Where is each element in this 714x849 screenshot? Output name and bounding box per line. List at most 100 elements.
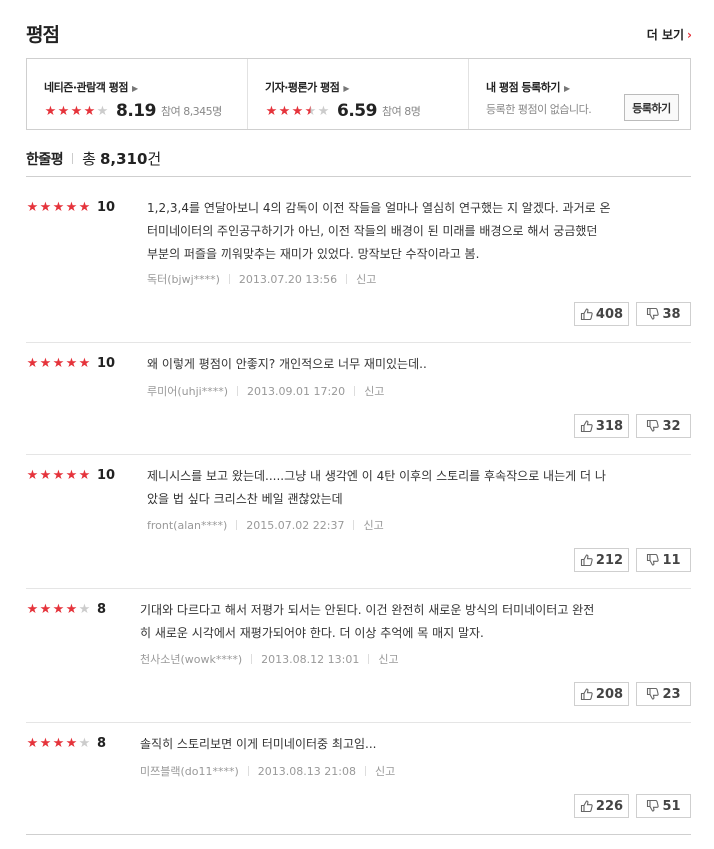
review-user[interactable]: 루미어(uhji****) [147,383,228,399]
dislike-count: 38 [662,306,681,322]
total-label: 총 [82,150,96,168]
thumbs-down-icon [646,799,662,813]
star-icon: ★ [26,468,39,483]
my-rating-label: 내 평점 등록하기 [486,81,561,94]
review-user[interactable]: 천사소년(wowk****) [140,651,242,667]
like-button[interactable]: 208 [574,682,629,706]
triangle-right-icon: ▶ [131,84,138,93]
star-icon: ★ [78,602,91,617]
review-stars: ★ ★ ★ ★ ★ [26,201,91,214]
star-icon: ★ [39,356,52,371]
chevron-right-icon: › [687,28,692,42]
dislike-count: 51 [662,798,681,814]
audience-rating-link[interactable]: 네티즌·관람객 평점 ▶ [44,79,247,95]
star-icon: ★ [26,736,39,751]
divider [26,834,691,835]
star-icon: ★ [39,602,52,617]
more-label: 더 보기 [646,28,685,42]
review-user[interactable]: front(alan****) [147,519,227,532]
like-count: 208 [595,686,624,702]
report-link[interactable]: 신고 [375,763,395,779]
review-date: 2013.07.20 13:56 [238,272,338,286]
review-meta: 독터(bjwj****) 2013.07.20 13:56 신고 [147,271,376,287]
review-score: 10 [97,200,116,215]
review-stars: ★ ★ ★ ★ ★ [26,603,91,616]
review-text-line: 기대와 다르다고 해서 저평가 되서는 안된다. 이건 완전히 새로운 방식의 … [140,603,595,617]
review-user[interactable]: 미쯔블랙(do11****) [140,763,239,779]
review-date: 2013.08.12 13:01 [261,652,360,666]
divider [247,766,249,776]
more-link[interactable]: 더 보기 › [647,26,692,43]
review-meta: 천사소년(wowk****) 2013.08.12 13:01 신고 [140,651,399,667]
dislike-count: 11 [662,552,681,568]
star-icon: ★ [96,103,109,119]
review-text: 왜 이렇게 평점이 안좋지? 개인적으로 너무 재미있는데.. [147,353,427,376]
divider [26,722,691,723]
review-score: 10 [97,356,116,371]
like-button[interactable]: 408 [574,302,629,326]
review-text-line: 왜 이렇게 평점이 안좋지? 개인적으로 너무 재미있는데.. [147,357,427,371]
dislike-button[interactable]: 51 [636,794,691,818]
report-link[interactable]: 신고 [363,517,383,533]
review-text: 솔직히 스토리보면 이게 터미네이터중 최고임... [140,733,376,756]
report-link[interactable]: 신고 [356,271,376,287]
critic-rating-label: 기자·평론가 평점 [265,81,340,94]
dislike-button[interactable]: 11 [636,548,691,572]
divider [228,274,230,284]
review-rating: ★ ★ ★ ★ ★ 10 [26,356,115,371]
review-score: 8 [97,736,107,751]
divider [251,654,253,664]
divider [353,520,355,530]
like-button[interactable]: 318 [574,414,629,438]
star-icon: ★ [52,356,65,371]
like-count: 212 [595,552,624,568]
review-user[interactable]: 독터(bjwj****) [147,271,220,287]
thumbs-up-icon [580,307,596,321]
report-link[interactable]: 신고 [378,651,398,667]
triangle-right-icon: ▶ [343,84,350,93]
review-rating: ★ ★ ★ ★ ★ 10 [26,468,115,483]
my-rating-link[interactable]: 내 평점 등록하기 ▶ [486,79,690,95]
critic-rating-link[interactable]: 기자·평론가 평점 ▶ [265,79,468,95]
star-icon: ★ [65,736,78,751]
oneline-header: 한줄평 총 8,310 건 [26,148,161,169]
register-rating-button[interactable]: 등록하기 [624,94,679,121]
dislike-button[interactable]: 32 [636,414,691,438]
star-icon: ★ [83,103,96,119]
review-text: 1,2,3,4를 연달아보니 4의 감독이 이전 작들을 얼마나 열심히 연구했… [147,197,611,266]
like-count: 226 [595,798,624,814]
star-icon: ★ [44,103,57,119]
star-icon: ★ [265,103,278,119]
star-icon: ★ [52,602,65,617]
star-icon: ★ [57,103,70,119]
review-text: 기대와 다르다고 해서 저평가 되서는 안된다. 이건 완전히 새로운 방식의 … [140,599,594,645]
audience-rating: 네티즌·관람객 평점 ▶ ★ ★ ★ ★ ★ 8.19 참여 8,345명 [27,59,248,129]
divider [26,588,691,589]
report-link[interactable]: 신고 [364,383,384,399]
review-stars: ★ ★ ★ ★ ★ [26,357,91,370]
review-text-line: 제니시스를 보고 왔는데.....그냥 내 생각엔 이 4탄 이후의 스토리를 … [147,469,606,483]
dislike-button[interactable]: 38 [636,302,691,326]
review-text-line: 터미네이터의 주인공구하기가 아닌, 이전 작들의 배경이 된 미래를 배경으로… [147,224,598,238]
vote-buttons: 208 23 [574,682,691,706]
like-button[interactable]: 212 [574,548,629,572]
star-icon: ★ [78,356,91,371]
review-stars: ★ ★ ★ ★ ★ [26,737,91,750]
star-icon: ★ [278,103,291,119]
review-stars: ★ ★ ★ ★ ★ [26,469,91,482]
divider [237,386,238,396]
critic-participants: 참여 8명 [381,105,421,118]
divider [72,153,74,164]
audience-rating-label: 네티즌·관람객 평점 [44,81,128,94]
audience-participants: 참여 8,345명 [160,105,222,118]
review-text-line: 부분의 퍼즐을 끼워맞추는 재미가 있었다. 망작보단 수작이라고 봄. [147,247,480,261]
star-icon: ★ [26,200,39,215]
star-icon: ★ [52,200,65,215]
star-icon: ★ [26,602,39,617]
dislike-button[interactable]: 23 [636,682,691,706]
star-icon: ★ [291,103,304,119]
like-button[interactable]: 226 [574,794,629,818]
star-icon: ★ [78,736,91,751]
vote-buttons: 408 38 [574,302,691,326]
vote-buttons: 212 11 [574,548,691,572]
